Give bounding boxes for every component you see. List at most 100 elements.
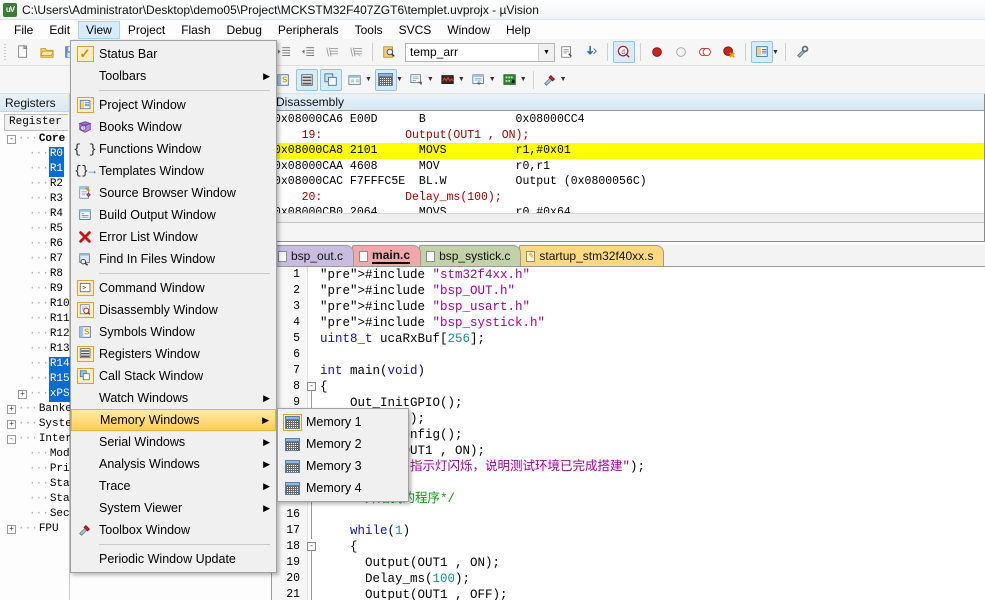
register-row[interactable]: ··· R7 <box>4 252 69 267</box>
view-menu-item-find-in-files-window[interactable]: Find In Files Window <box>71 248 276 270</box>
view-menu-item-books-window[interactable]: ? Books Window <box>71 116 276 138</box>
register-label[interactable]: R13 <box>49 342 71 357</box>
register-label[interactable]: Sec <box>49 507 71 522</box>
outdent-button[interactable] <box>297 41 319 63</box>
menu-window[interactable]: Window <box>439 21 498 39</box>
register-row[interactable]: + ··· Banked <box>4 402 78 417</box>
call-stack-window-button[interactable] <box>320 68 342 91</box>
view-menu-item-functions-window[interactable]: { } Functions Window <box>71 138 276 160</box>
menu-view[interactable]: View <box>78 20 120 39</box>
find-in-files-toolbar-button[interactable] <box>378 41 400 63</box>
register-label[interactable]: R7 <box>49 252 64 267</box>
disassembly-hscrollbar[interactable] <box>272 213 984 222</box>
debug-session-button[interactable]: d <box>613 41 635 63</box>
editor-line[interactable]: 18- { <box>272 539 985 555</box>
find-next-button[interactable] <box>556 41 578 63</box>
chevron-down-icon[interactable]: ▼ <box>538 43 554 61</box>
register-tree[interactable]: - ··· Core ··· R0 ··· R1 ··· R2 ··· R3 ··· R4 ··· R5 ··… <box>0 131 109 537</box>
memory-submenu-item-2[interactable]: Memory 2 <box>278 433 408 455</box>
register-row[interactable]: ··· R3 <box>4 192 69 207</box>
collapse-icon[interactable]: - <box>7 435 16 444</box>
new-file-button[interactable] <box>12 41 34 63</box>
editor-line[interactable]: 6 <box>272 347 985 363</box>
register-label[interactable]: R12 <box>49 327 71 342</box>
register-label[interactable]: R3 <box>49 192 64 207</box>
register-row[interactable]: ··· Sec <box>4 507 71 522</box>
insert-breakpoint-button[interactable] <box>646 41 668 63</box>
view-menu-item-toolbox-window[interactable]: Toolbox Window <box>71 519 276 541</box>
register-row[interactable]: - ··· Core <box>4 132 69 147</box>
registers-panel-title[interactable]: Registers <box>0 94 69 112</box>
register-label[interactable]: R4 <box>49 207 64 222</box>
editor-tab-startup-stm32f40xx-s[interactable]: ✎ startup_stm32f40xx.s <box>519 245 665 266</box>
expand-icon[interactable]: + <box>7 525 16 534</box>
editor-line[interactable]: 5 uint8_t ucaRxBuf[256]; <box>272 331 985 347</box>
view-menu-item-periodic-window-update[interactable]: Periodic Window Update <box>71 548 276 570</box>
register-row[interactable]: ··· R13 <box>4 342 71 357</box>
toolbox-button[interactable] <box>539 69 561 91</box>
disassembly-instruction-line[interactable]: 0x08000CA8 2101 MOVS r1,#0x01 <box>272 143 984 159</box>
register-label[interactable]: R5 <box>49 222 64 237</box>
menu-svcs[interactable]: SVCS <box>391 21 440 39</box>
chevron-down-icon-2[interactable]: ▼ <box>772 49 779 56</box>
register-row[interactable]: ··· R4 <box>4 207 69 222</box>
chevron-down-icon-5[interactable]: ▼ <box>427 76 434 83</box>
register-row[interactable]: - ··· Internal <box>4 432 92 447</box>
view-menu-item-source-browser-window[interactable]: Source Browser Window <box>71 182 276 204</box>
editor-line[interactable]: 8-{ <box>272 379 985 395</box>
register-row[interactable]: ···States <box>4 492 89 507</box>
serial-windows-button[interactable] <box>406 69 428 91</box>
register-label[interactable]: R8 <box>49 267 64 282</box>
editor-line[interactable]: 7 int main(void) <box>272 363 985 379</box>
menu-project[interactable]: Project <box>120 21 173 39</box>
menu-tools[interactable]: Tools <box>347 21 391 39</box>
disassembly-source-line[interactable]: 20: Delay_ms(100); <box>272 190 984 206</box>
configure-target-button[interactable] <box>791 41 813 63</box>
register-row[interactable]: ··· R5 <box>4 222 69 237</box>
view-menu-item-serial-windows[interactable]: Serial Windows ▶ <box>71 431 276 453</box>
register-row[interactable]: ··· Mode <box>4 447 76 462</box>
register-label[interactable]: R9 <box>49 282 64 297</box>
register-row[interactable]: ··· R10 <box>4 297 70 312</box>
menu-debug[interactable]: Debug <box>219 21 270 39</box>
menu-flash[interactable]: Flash <box>173 21 218 39</box>
view-menu-item-error-list-window[interactable]: Error List Window <box>71 226 276 248</box>
register-label[interactable]: R1 <box>48 161 65 178</box>
view-menu-item-command-window[interactable]: > Command Window <box>71 277 276 299</box>
editor-line[interactable]: 19 Output(OUT1 , ON); <box>272 555 985 571</box>
expand-icon[interactable]: + <box>7 420 16 429</box>
view-menu-item-project-window[interactable]: Project Window <box>71 94 276 116</box>
chevron-down-icon-9[interactable]: ▼ <box>560 76 567 83</box>
open-file-button[interactable] <box>36 41 58 63</box>
memory-submenu-item-3[interactable]: Memory 3 <box>278 455 408 477</box>
view-menu-item-analysis-windows[interactable]: Analysis Windows ▶ <box>71 453 276 475</box>
editor-line[interactable]: 16 <box>272 507 985 523</box>
manage-project-items-button[interactable] <box>751 41 773 63</box>
disable-all-breakpoints-button[interactable] <box>694 41 716 63</box>
register-label[interactable]: R2 <box>49 177 64 192</box>
view-menu-item-status-bar[interactable]: ✓ Status Bar <box>71 43 276 65</box>
trace-button[interactable] <box>468 69 490 91</box>
view-menu-item-registers-window[interactable]: Registers Window <box>71 343 276 365</box>
uncomment-lines-button[interactable] <box>345 41 367 63</box>
editor-line[interactable]: 20 Delay_ms(100); <box>272 571 985 587</box>
chevron-down-icon-4[interactable]: ▼ <box>396 76 403 83</box>
editor-line[interactable]: 4 "pre">#include "bsp_systick.h" <box>272 315 985 331</box>
editor-tab-main-c[interactable]: main.c <box>352 245 422 266</box>
view-menu-item-templates-window[interactable]: {}→ Templates Window <box>71 160 276 182</box>
editor-line[interactable]: 3 "pre">#include "bsp_usart.h" <box>272 299 985 315</box>
disassembly-listing[interactable]: 0x08000CA6 E00D B 0x08000CC4 19: Output(… <box>272 111 984 221</box>
registers-window-button[interactable] <box>296 68 318 91</box>
chevron-down-icon-8[interactable]: ▼ <box>520 76 527 83</box>
expand-icon[interactable]: + <box>7 405 16 414</box>
chevron-down-icon-6[interactable]: ▼ <box>458 76 465 83</box>
view-menu-item-symbols-window[interactable]: S Symbols Window <box>71 321 276 343</box>
browse-button[interactable] <box>580 41 602 63</box>
register-column-header[interactable]: Register <box>4 114 68 131</box>
watch-windows-button[interactable] <box>344 69 366 91</box>
chevron-down-icon-3[interactable]: ▼ <box>365 76 372 83</box>
disassembly-instruction-line[interactable]: 0x08000CAA 4608 MOV r0,r1 <box>272 159 984 175</box>
register-row[interactable]: ··· R11 <box>4 312 70 327</box>
kill-all-breakpoints-button[interactable] <box>718 41 740 63</box>
register-row[interactable]: + ··· System <box>4 417 78 432</box>
